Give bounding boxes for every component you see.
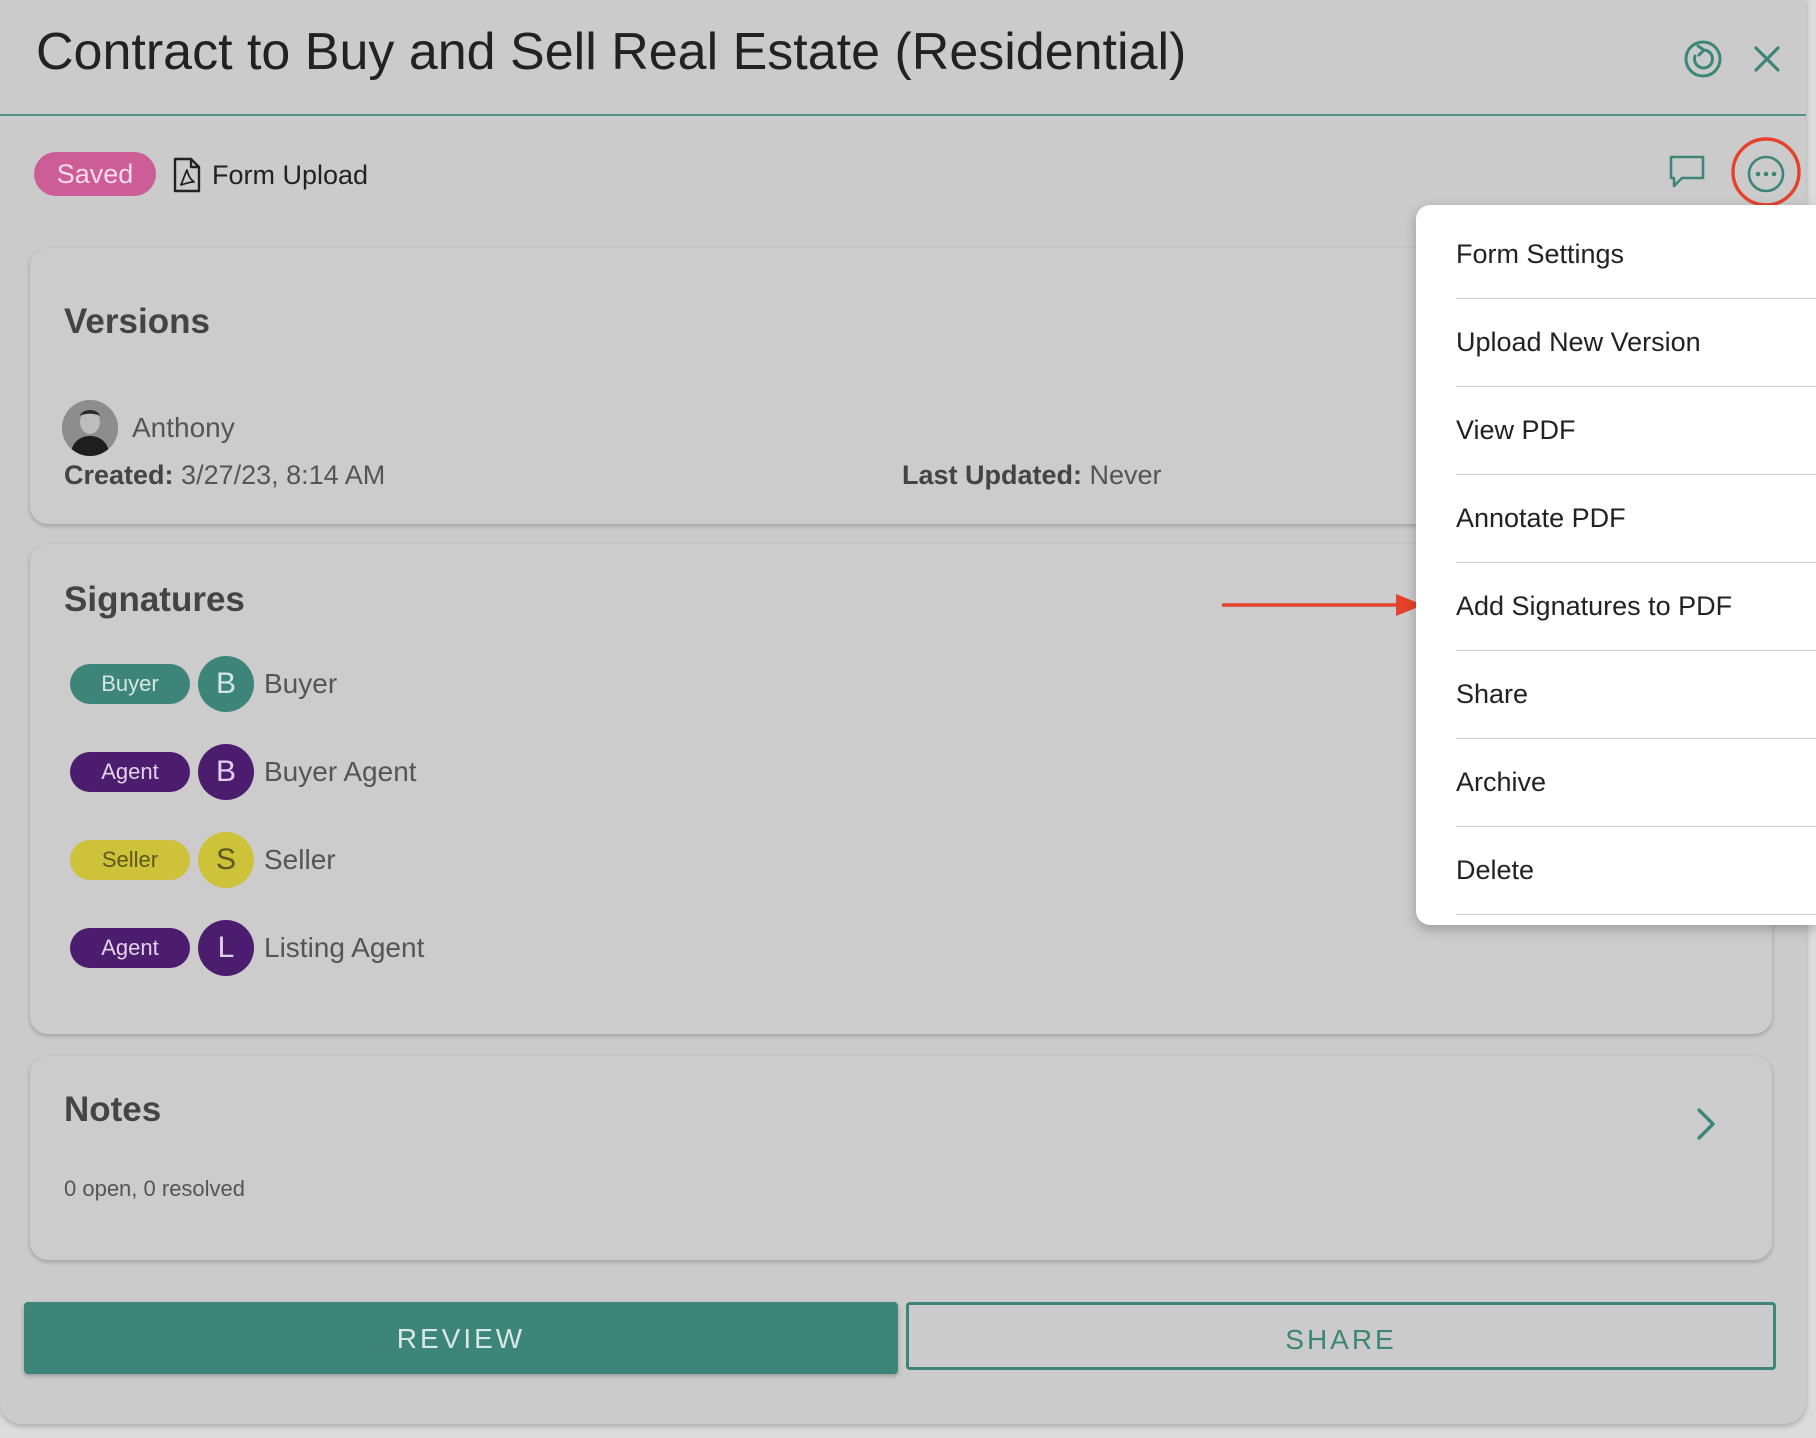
menu-item-archive[interactable]: Archive — [1456, 739, 1816, 827]
menu-item-share[interactable]: Share — [1456, 651, 1816, 739]
signature-row-buyer-agent[interactable]: Agent B Buyer Agent — [70, 744, 417, 800]
avatar — [62, 400, 118, 456]
signature-row-seller[interactable]: Seller S Seller — [70, 832, 336, 888]
menu-item-delete[interactable]: Delete — [1456, 827, 1816, 915]
header: Contract to Buy and Sell Real Estate (Re… — [0, 0, 1806, 116]
signatures-title: Signatures — [64, 580, 245, 619]
menu-item-form-settings[interactable]: Form Settings — [1456, 211, 1816, 299]
role-pill: Seller — [70, 840, 190, 880]
status-badge: Saved — [34, 152, 156, 196]
notes-summary: 0 open, 0 resolved — [64, 1176, 246, 1201]
signer-initial: L — [198, 920, 254, 976]
form-type: Form Upload — [172, 152, 368, 198]
more-options-menu: Form Settings Upload New Version View PD… — [1416, 205, 1816, 925]
signature-row-listing-agent[interactable]: Agent L Listing Agent — [70, 920, 424, 976]
signer-initial: B — [198, 744, 254, 800]
signer-initial: S — [198, 832, 254, 888]
version-author: Anthony — [62, 400, 235, 456]
share-button[interactable]: SHARE — [906, 1302, 1776, 1370]
signer-name: Seller — [264, 844, 336, 875]
pdf-file-icon — [173, 157, 201, 193]
role-pill: Buyer — [70, 664, 190, 704]
close-icon[interactable] — [1742, 34, 1792, 84]
role-pill: Agent — [70, 928, 190, 968]
versions-title: Versions — [64, 302, 210, 341]
menu-item-view-pdf[interactable]: View PDF — [1456, 387, 1816, 475]
created-value: 3/27/23, 8:14 AM — [181, 460, 386, 490]
page-title: Contract to Buy and Sell Real Estate (Re… — [36, 23, 1187, 81]
signer-initial: B — [198, 656, 254, 712]
signer-name: Buyer — [264, 668, 338, 699]
updated-label: Last Updated: — [902, 460, 1083, 490]
menu-item-add-signatures-to-pdf[interactable]: Add Signatures to PDF — [1456, 563, 1816, 651]
created-meta: Created: 3/27/23, 8:14 AM — [64, 460, 385, 491]
refresh-icon[interactable] — [1678, 34, 1728, 84]
signature-row-buyer[interactable]: Buyer B Buyer — [70, 656, 337, 712]
updated-meta: Last Updated: Never — [902, 460, 1162, 491]
menu-item-upload-new-version[interactable]: Upload New Version — [1456, 299, 1816, 387]
review-button[interactable]: REVIEW — [24, 1302, 898, 1374]
comment-icon[interactable] — [1668, 154, 1706, 190]
chevron-right-icon[interactable] — [1690, 1104, 1722, 1144]
role-pill: Agent — [70, 752, 190, 792]
notes-card[interactable]: Notes 0 open, 0 resolved — [30, 1056, 1772, 1260]
annotation-highlight-circle — [1731, 137, 1801, 207]
form-type-label: Form Upload — [212, 159, 369, 190]
author-name: Anthony — [132, 412, 235, 443]
annotation-arrow — [1222, 594, 1423, 616]
signer-name: Buyer Agent — [264, 756, 417, 787]
menu-item-annotate-pdf[interactable]: Annotate PDF — [1456, 475, 1816, 563]
notes-title: Notes — [64, 1090, 162, 1129]
updated-value: Never — [1089, 460, 1162, 490]
toolbar: Saved Form Upload — [0, 140, 1806, 210]
created-label: Created: — [64, 460, 174, 490]
signer-name: Listing Agent — [264, 932, 425, 963]
